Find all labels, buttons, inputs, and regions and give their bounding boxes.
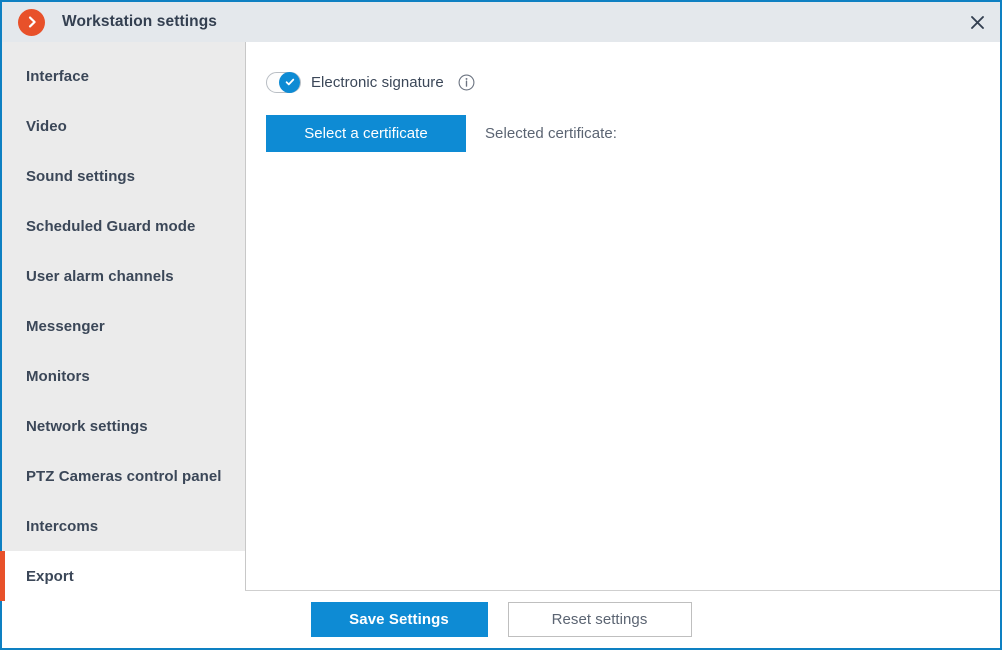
sidebar-item-label: Interface [26, 67, 89, 85]
sidebar-item-label: Messenger [26, 317, 105, 335]
sidebar-item-intercoms[interactable]: Intercoms [2, 501, 245, 551]
titlebar: Workstation settings [2, 2, 1000, 42]
sidebar-item-label: Export [26, 567, 74, 585]
sidebar-item-label: Intercoms [26, 517, 99, 535]
toggle-knob [279, 71, 300, 93]
selected-certificate-label: Selected certificate: [485, 125, 617, 142]
save-settings-button[interactable]: Save Settings [310, 602, 488, 637]
sidebar-item-label: Sound settings [26, 167, 136, 185]
reset-settings-button[interactable]: Reset settings [507, 602, 692, 637]
sidebar-item-scheduled-guard-mode[interactable]: Scheduled Guard mode [2, 201, 245, 251]
certificate-row: Select a certificate Selected certificat… [266, 115, 1000, 152]
dialog-body: Interface Video Sound settings Scheduled… [0, 42, 1000, 601]
sidebar-item-monitors[interactable]: Monitors [2, 351, 245, 401]
sidebar-item-label: Video [26, 117, 67, 135]
close-icon[interactable] [954, 2, 1000, 42]
sidebar-item-label: User alarm channels [26, 267, 174, 285]
electronic-signature-toggle[interactable] [266, 71, 301, 93]
sidebar-item-label: Network settings [26, 417, 148, 435]
sidebar-item-ptz-cameras-control-panel[interactable]: PTZ Cameras control panel [2, 451, 245, 501]
sidebar-item-export[interactable]: Export [0, 551, 245, 601]
sidebar-item-label: PTZ Cameras control panel [26, 467, 222, 485]
sidebar-item-label: Scheduled Guard mode [26, 217, 196, 235]
chevron-right-circle-icon [18, 8, 45, 36]
select-certificate-button[interactable]: Select a certificate [266, 115, 466, 152]
electronic-signature-label: Electronic signature [311, 73, 444, 91]
workstation-settings-dialog: Workstation settings Interface Video Sou… [0, 0, 1002, 650]
sidebar-item-network-settings[interactable]: Network settings [2, 401, 245, 451]
info-icon[interactable] [458, 74, 475, 91]
sidebar-item-user-alarm-channels[interactable]: User alarm channels [2, 251, 245, 301]
electronic-signature-row: Electronic signature [266, 69, 1000, 95]
sidebar-item-messenger[interactable]: Messenger [2, 301, 245, 351]
sidebar-item-label: Monitors [26, 367, 90, 385]
export-settings-panel: Electronic signature Select a certificat… [246, 42, 1000, 590]
sidebar-item-sound-settings[interactable]: Sound settings [2, 151, 245, 201]
sidebar-item-interface[interactable]: Interface [2, 51, 245, 101]
sidebar-item-video[interactable]: Video [2, 101, 245, 151]
check-icon [285, 78, 294, 86]
window-title: Workstation settings [62, 13, 218, 30]
settings-sidebar: Interface Video Sound settings Scheduled… [0, 42, 246, 601]
